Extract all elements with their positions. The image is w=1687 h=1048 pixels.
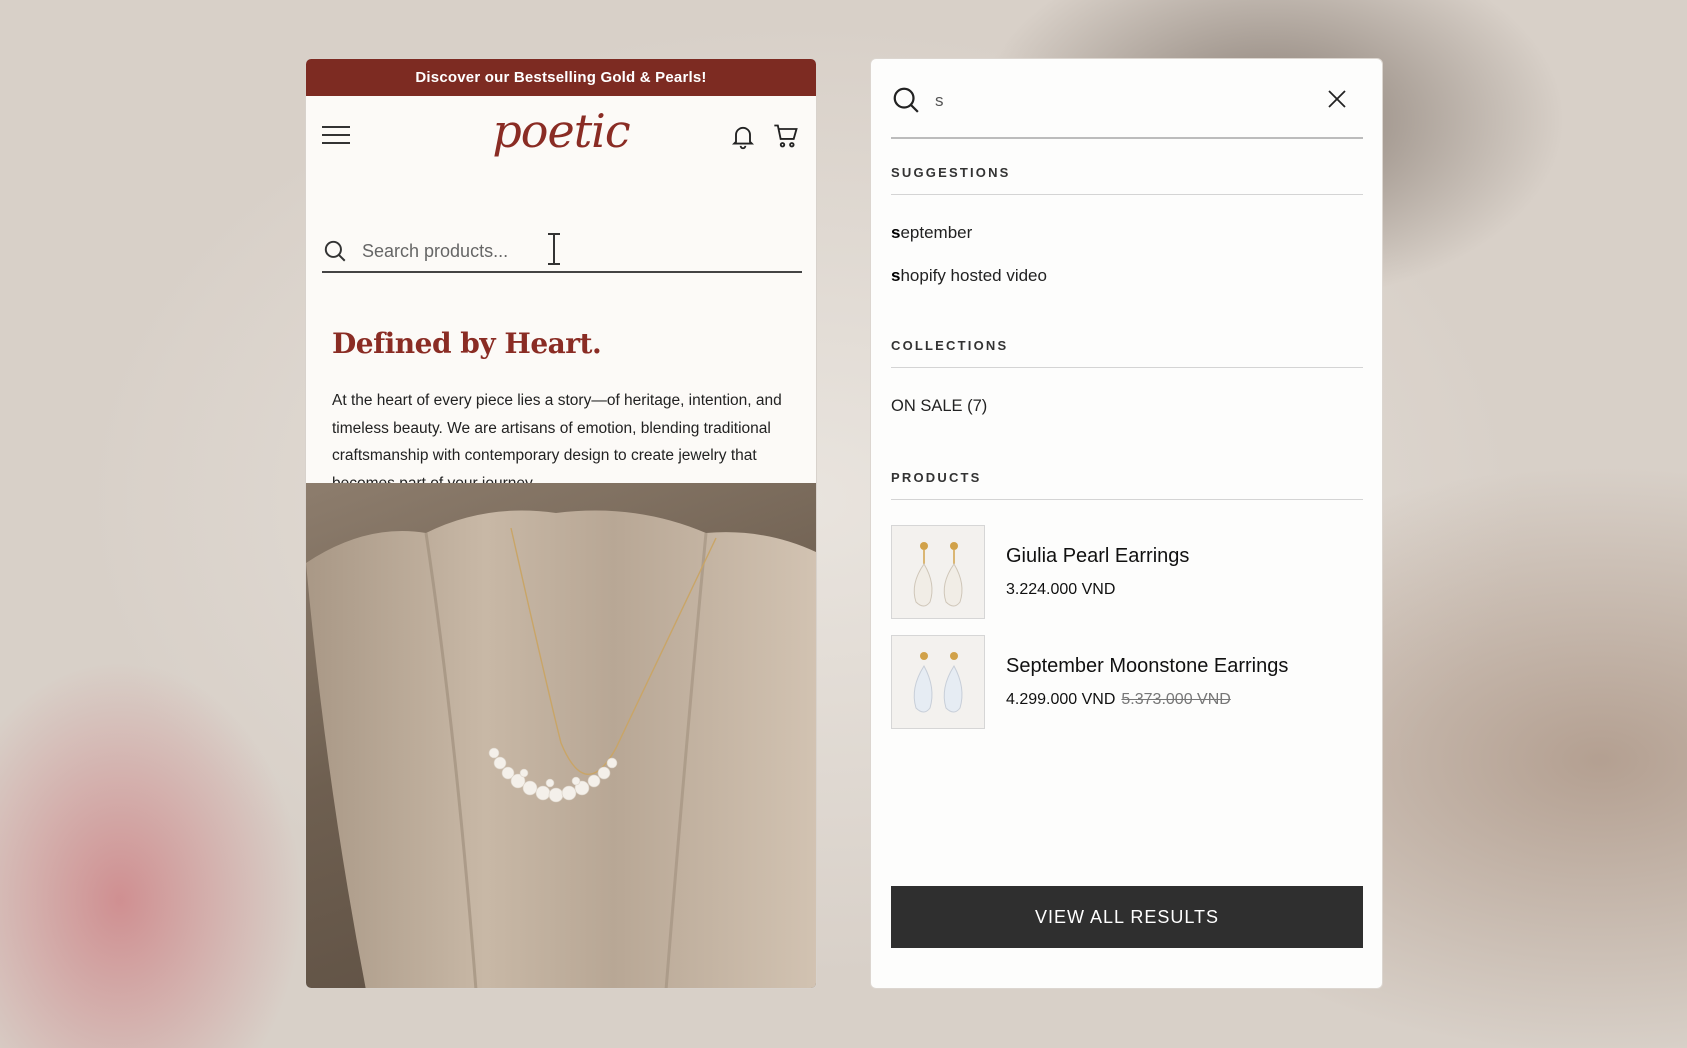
product-thumbnail bbox=[891, 635, 985, 729]
suggestion-rest: eptember bbox=[900, 223, 973, 242]
search-field[interactable]: s bbox=[891, 81, 1363, 139]
suggestions-heading: SUGGESTIONS bbox=[891, 165, 1363, 195]
text-cursor bbox=[548, 233, 560, 265]
search-icon bbox=[893, 87, 919, 113]
search-input[interactable]: Search products... bbox=[322, 231, 802, 273]
suggestion-item[interactable]: september bbox=[891, 223, 972, 243]
site-header: poetic bbox=[306, 96, 816, 174]
necklace-on-vase-illustration bbox=[306, 510, 816, 988]
collection-item-on-sale[interactable]: ON SALE (7) bbox=[891, 397, 987, 416]
search-query[interactable]: s bbox=[935, 91, 944, 111]
mobile-storefront: Discover our Bestselling Gold & Pearls! … bbox=[305, 58, 817, 989]
product-name: Giulia Pearl Earrings bbox=[1006, 545, 1190, 567]
products-heading: PRODUCTS bbox=[891, 470, 1363, 500]
announcement-text: Discover our Bestselling Gold & Pearls! bbox=[415, 69, 707, 86]
product-result[interactable]: Giulia Pearl Earrings 3.224.000 VND bbox=[891, 525, 1363, 621]
product-price: 3.224.000 VND bbox=[1006, 581, 1115, 599]
cart-icon[interactable] bbox=[772, 122, 800, 150]
view-all-results-button[interactable]: VIEW ALL RESULTS bbox=[891, 886, 1363, 948]
product-name: September Moonstone Earrings bbox=[1006, 655, 1289, 677]
announcement-bar[interactable]: Discover our Bestselling Gold & Pearls! bbox=[306, 59, 816, 96]
suggestion-item[interactable]: shopify hosted video bbox=[891, 266, 1047, 286]
close-icon[interactable] bbox=[1325, 87, 1349, 111]
suggestion-rest: hopify hosted video bbox=[900, 266, 1047, 285]
search-placeholder: Search products... bbox=[362, 240, 509, 261]
price-current: 4.299.000 VND bbox=[1006, 691, 1116, 708]
price-original: 5.373.000 VND bbox=[1121, 691, 1231, 708]
hero-text: At the heart of every piece lies a story… bbox=[332, 392, 782, 492]
product-result[interactable]: September Moonstone Earrings 4.299.000 V… bbox=[891, 635, 1363, 731]
hero-title: Defined by Heart. bbox=[332, 327, 602, 360]
hero-image bbox=[306, 483, 816, 988]
product-thumbnail bbox=[891, 525, 985, 619]
predictive-search-panel: s SUGGESTIONS september shopify hosted v… bbox=[870, 58, 1383, 989]
price-current: 3.224.000 VND bbox=[1006, 581, 1116, 598]
bell-icon[interactable] bbox=[729, 122, 757, 150]
product-price: 4.299.000 VND 5.373.000 VND bbox=[1006, 691, 1231, 709]
collections-heading: COLLECTIONS bbox=[891, 338, 1363, 368]
search-icon bbox=[324, 240, 346, 262]
